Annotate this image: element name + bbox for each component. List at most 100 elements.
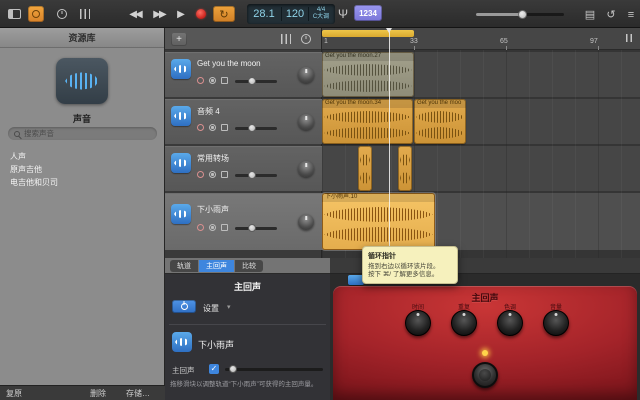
sidebar-item-electric-guitar-bass[interactable]: 电吉他和贝司 (0, 176, 164, 189)
quick-help-button[interactable] (28, 6, 44, 22)
region-waveform (416, 111, 464, 123)
sound-patch-tile[interactable] (56, 58, 108, 104)
audio-region[interactable]: Get you the moon.34 (322, 99, 413, 144)
tab-track[interactable]: 轨道 (170, 260, 198, 272)
count-in-button[interactable]: 1234 (354, 5, 382, 21)
mute-button[interactable] (221, 224, 228, 231)
volume-thumb[interactable] (248, 77, 256, 85)
tempo-value: 120 (282, 8, 308, 20)
footswitch-button[interactable] (472, 362, 498, 388)
library-toggle-button[interactable] (5, 6, 23, 22)
smart-controls-button[interactable] (54, 7, 70, 21)
volume-thumb[interactable] (248, 171, 256, 179)
rewind-icon: ◀◀ (129, 9, 140, 20)
timeline-ruler[interactable]: 1 33 65 97 (322, 28, 640, 50)
track-header-toolbar: + (165, 28, 321, 50)
ruler-tick: 33 (410, 38, 418, 45)
revert-button[interactable]: 复原 (6, 386, 22, 400)
input-monitor-icon[interactable] (209, 224, 216, 231)
tab-compare[interactable]: 比较 (235, 260, 263, 272)
sidebar-item-acoustic-guitar[interactable]: 原声吉他 (0, 163, 164, 176)
tone-knob[interactable] (497, 310, 523, 336)
lcd-display[interactable]: 28.1 120 4/4 C大调 (247, 4, 335, 24)
pan-knob[interactable] (298, 214, 314, 230)
knob-icon (57, 9, 67, 19)
media-browser-icon: ≡ (628, 9, 634, 21)
track-volume-slider[interactable] (235, 127, 277, 130)
record-enable-icon[interactable] (197, 171, 204, 178)
save-button[interactable]: 存储… (126, 386, 150, 400)
divider (169, 324, 326, 325)
cycle-region-bar[interactable] (322, 30, 414, 37)
time-knob[interactable] (405, 310, 431, 336)
waveform-icon (65, 72, 99, 90)
tuning-fork-button[interactable]: Ψ (336, 6, 350, 22)
loop-browser-button[interactable]: ↺ (604, 8, 618, 21)
track-header-row[interactable]: 常用转场 (165, 146, 322, 191)
waveform-icon (174, 210, 188, 218)
notepad-button[interactable]: ▤ (583, 8, 597, 21)
mute-button[interactable] (221, 124, 228, 131)
waveform-icon (174, 159, 188, 167)
master-volume-slider[interactable] (476, 13, 564, 16)
pan-knob[interactable] (298, 67, 314, 83)
audio-region[interactable]: Get you the moon.27 (322, 52, 414, 97)
track-header-row-selected[interactable]: 下小雨声 (165, 193, 322, 250)
level-knob[interactable] (543, 310, 569, 336)
record-button[interactable] (192, 5, 210, 23)
play-button[interactable]: ▶ (172, 5, 190, 23)
send-checkbox[interactable]: ✓ (209, 364, 219, 374)
notepad-icon: ▤ (585, 8, 595, 21)
smart-controls-tabbar: 轨道 主回声 比较 (165, 258, 330, 274)
input-monitor-icon[interactable] (209, 171, 216, 178)
record-enable-icon[interactable] (197, 77, 204, 84)
send-label: 主回声 (172, 365, 195, 376)
record-enable-icon[interactable] (197, 124, 204, 131)
ruler-tick: 65 (500, 38, 508, 45)
track-header-row[interactable]: Get you the moon (165, 52, 322, 97)
settings-dropdown[interactable]: 设置 (203, 303, 219, 314)
library-panel-icon (8, 9, 21, 19)
audio-region[interactable] (358, 146, 372, 191)
playhead[interactable] (389, 28, 390, 258)
automation-icon[interactable] (301, 34, 311, 44)
pan-knob[interactable] (298, 161, 314, 177)
mute-button[interactable] (221, 77, 228, 84)
playhead-position: 28.1 (247, 8, 281, 20)
send-slider-thumb[interactable] (229, 365, 237, 373)
mixer-icon[interactable] (281, 34, 291, 44)
add-track-button[interactable]: + (171, 32, 187, 46)
track-icon (171, 153, 191, 173)
search-input[interactable] (24, 129, 151, 138)
volume-thumb[interactable] (518, 10, 527, 19)
zoom-slider[interactable] (626, 34, 634, 42)
tuner-button[interactable] (78, 8, 92, 20)
ruler-tickmark (506, 46, 507, 50)
forward-button[interactable]: ▶▶ (148, 5, 170, 23)
track-volume-slider[interactable] (235, 80, 277, 83)
track-volume-slider[interactable] (235, 227, 277, 230)
rewind-button[interactable]: ◀◀ (124, 5, 146, 23)
search-field[interactable] (8, 127, 157, 140)
cycle-button[interactable]: ↻ (213, 6, 235, 22)
repeats-knob[interactable] (451, 310, 477, 336)
track-volume-slider[interactable] (235, 174, 277, 177)
media-browser-button[interactable]: ≡ (624, 8, 638, 21)
input-monitor-icon[interactable] (209, 77, 216, 84)
input-monitor-icon[interactable] (209, 124, 216, 131)
volume-thumb[interactable] (248, 124, 256, 132)
audio-region-selected[interactable]: 下小雨声.10 (322, 193, 435, 250)
tab-master-echo[interactable]: 主回声 (199, 260, 234, 272)
pan-knob[interactable] (298, 114, 314, 130)
audio-region[interactable] (398, 146, 412, 191)
volume-thumb[interactable] (248, 224, 256, 232)
delete-button[interactable]: 删除 (90, 386, 106, 400)
track-header-row[interactable]: 音频 4 (165, 99, 322, 144)
sidebar-item-vocals[interactable]: 人声 (0, 150, 164, 163)
record-enable-icon[interactable] (197, 224, 204, 231)
send-slider[interactable] (225, 368, 323, 371)
pedal-title: 主回声 (333, 291, 637, 304)
power-button[interactable] (172, 300, 196, 313)
mute-button[interactable] (221, 171, 228, 178)
audio-region[interactable]: Get you the moo (414, 99, 466, 144)
